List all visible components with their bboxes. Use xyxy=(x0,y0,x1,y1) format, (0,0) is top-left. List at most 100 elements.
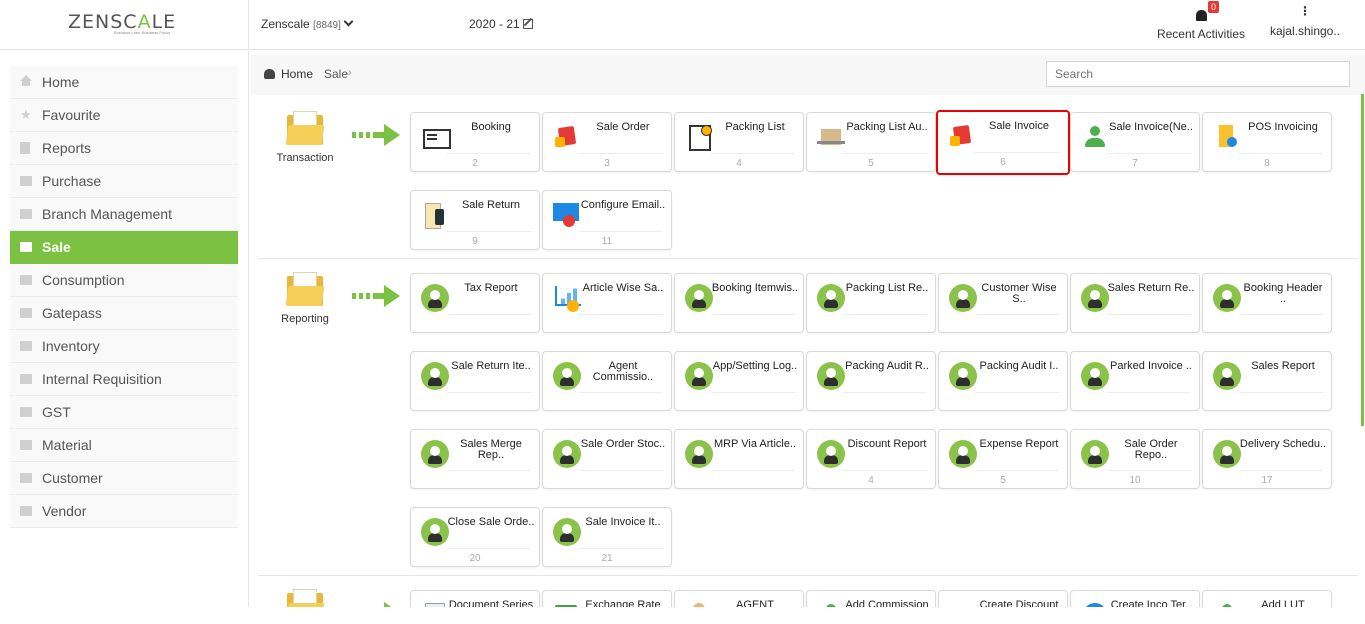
tile-sale-return-ite[interactable]: Sale Return Ite.. xyxy=(410,351,540,411)
tile-packing-audit-i[interactable]: Packing Audit I.. xyxy=(938,351,1068,411)
recent-activities-button[interactable]: 0 Recent Activities xyxy=(1156,1,1246,41)
edit-icon[interactable] xyxy=(522,19,533,29)
sidebar-item-label: Gatepass xyxy=(42,305,102,321)
tile-packing-list-au[interactable]: Packing List Au.. 5 xyxy=(806,112,936,172)
breadcrumb-current[interactable]: Sale xyxy=(324,67,348,81)
tile-sale-invoice-ne[interactable]: Sale Invoice(Ne.. 7 xyxy=(1070,112,1200,172)
report-user-icon xyxy=(1213,362,1241,390)
report-user-icon xyxy=(949,440,977,468)
sidebar-item-purchase[interactable]: Purchase xyxy=(10,165,238,198)
tile-divider xyxy=(579,392,663,393)
folder-icon xyxy=(20,341,32,351)
tile-article-wise-sa[interactable]: Article Wise Sa.. xyxy=(542,273,672,333)
sidebar-item-label: Purchase xyxy=(42,173,102,189)
report-user-icon xyxy=(1213,284,1241,312)
tile-pos-invoicing[interactable]: POS Invoicing 8 xyxy=(1202,112,1332,172)
search-input[interactable] xyxy=(1046,61,1350,87)
tile-sale-return[interactable]: Sale Return 9 xyxy=(410,190,540,250)
company-selector[interactable]: Zenscale [8849] xyxy=(261,16,354,31)
tile-mrp-via-article[interactable]: MRP Via Article.. xyxy=(674,429,804,489)
tile-label: Close Sale Orde.. xyxy=(447,516,535,528)
tile-create-discount[interactable]: Create Discount xyxy=(938,590,1068,607)
sidebar-item-reports[interactable]: Reports xyxy=(10,132,238,165)
tile-sales-return-re[interactable]: Sales Return Re.. xyxy=(1070,273,1200,333)
tile-divider xyxy=(579,231,663,232)
sidebar-item-vendor[interactable]: Vendor xyxy=(10,495,238,528)
logo[interactable]: ZENSCALE Business Less. Business Focus xyxy=(0,0,249,50)
tile-divider xyxy=(447,548,531,549)
tile-sale-order-stoc[interactable]: Sale Order Stoc.. xyxy=(542,429,672,489)
sidebar-item-favourite[interactable]: ★ Favourite xyxy=(10,99,238,132)
section-label: Transaction xyxy=(276,152,334,164)
tile-sale-order-repo[interactable]: Sale Order Repo.. 10 xyxy=(1070,429,1200,489)
sidebar-item-customer[interactable]: Customer xyxy=(10,462,238,495)
tile-booking-header[interactable]: Booking Header .. xyxy=(1202,273,1332,333)
tile-packing-list[interactable]: Packing List 4 xyxy=(674,112,804,172)
tile-sale-invoice[interactable]: Sale Invoice 6 xyxy=(936,110,1070,175)
tile-add-lut[interactable]: Add LUT xyxy=(1202,590,1332,607)
tile-number: 6 xyxy=(1000,157,1006,168)
tile-create-inco-ter[interactable]: Create Inco Ter.. xyxy=(1070,590,1200,607)
tile-parked-invoice[interactable]: Parked Invoice .. xyxy=(1070,351,1200,411)
tile-agent-commissio[interactable]: Agent Commissio.. xyxy=(542,351,672,411)
bell-icon xyxy=(1195,10,1207,21)
report-user-icon xyxy=(421,440,449,468)
tile-document-series[interactable]: Document Series xyxy=(410,590,540,607)
sidebar-item-sale[interactable]: Sale xyxy=(10,231,238,264)
sidebar-item-label: Consumption xyxy=(42,272,125,288)
breadcrumb-home[interactable]: Home xyxy=(281,67,313,81)
folder-icon xyxy=(20,275,32,285)
tile-label: Sale Invoice(Ne.. xyxy=(1109,121,1193,133)
sidebar-item-material[interactable]: Material xyxy=(10,429,238,462)
module-content: Transaction Booking 2 Sale Order 3 Packing Li… xyxy=(250,95,1365,607)
tile-sales-report[interactable]: Sales Report xyxy=(1202,351,1332,411)
top-header: ZENSCALE Business Less. Business Focus Z… xyxy=(0,0,1365,50)
sidebar-item-branch-management[interactable]: Branch Management xyxy=(10,198,238,231)
breadcrumb-bar: Home Sale › xyxy=(250,55,1365,95)
fiscal-year-label: 2020 - 21 xyxy=(469,17,520,31)
tile-divider xyxy=(579,153,663,154)
tile-add-commission[interactable]: Add Commission xyxy=(806,590,936,607)
tile-booking-itemwis[interactable]: Booking Itemwis.. xyxy=(674,273,804,333)
tile-divider xyxy=(1107,470,1191,471)
tile-app-setting-log[interactable]: App/Setting Log.. xyxy=(674,351,804,411)
tile-number: 2 xyxy=(472,158,478,169)
chart-icon xyxy=(553,284,581,312)
tile-sale-invoice-it[interactable]: Sale Invoice It.. 21 xyxy=(542,507,672,567)
tile-label: Packing List Re.. xyxy=(845,282,929,294)
tile-label: Packing List Au.. xyxy=(846,121,928,133)
chevron-down-icon xyxy=(343,16,354,27)
sidebar-item-consumption[interactable]: Consumption xyxy=(10,264,238,297)
report-user-icon xyxy=(1081,440,1109,468)
tile-label: Expense Report xyxy=(979,438,1059,450)
tile-configure-email[interactable]: Configure Email.. 11 xyxy=(542,190,672,250)
tile-label: Sale Order xyxy=(596,121,650,133)
tile-expense-report[interactable]: Expense Report 5 xyxy=(938,429,1068,489)
tile-tax-report[interactable]: Tax Report xyxy=(410,273,540,333)
tile-sales-merge-rep[interactable]: Sales Merge Rep.. xyxy=(410,429,540,489)
sidebar-item-gst[interactable]: GST xyxy=(10,396,238,429)
sidebar: Home ★ Favourite Reports Purchase Branch Mana… xyxy=(0,51,249,607)
tile-close-sale-orde[interactable]: Close Sale Orde.. 20 xyxy=(410,507,540,567)
tile-label: Sales Report xyxy=(1251,360,1315,372)
tile-booking[interactable]: Booking 2 xyxy=(410,112,540,172)
tile-discount-report[interactable]: Discount Report 4 xyxy=(806,429,936,489)
scrollbar[interactable] xyxy=(1361,94,1364,426)
notification-badge: 0 xyxy=(1208,1,1220,13)
sidebar-item-home[interactable]: Home xyxy=(10,66,238,99)
tile-packing-list-re[interactable]: Packing List Re.. xyxy=(806,273,936,333)
user-menu[interactable]: ⋮ kajal.shingo.. xyxy=(1266,5,1344,38)
tile-sale-order[interactable]: Sale Order 3 xyxy=(542,112,672,172)
tile-packing-audit-r[interactable]: Packing Audit R.. xyxy=(806,351,936,411)
tile-exchange-rate[interactable]: Exchange Rate xyxy=(542,590,672,607)
tile-agent[interactable]: AGENT xyxy=(674,590,804,607)
tile-label: Sale Return xyxy=(461,199,521,211)
sidebar-item-internal-requisition[interactable]: Internal Requisition xyxy=(10,363,238,396)
tile-delivery-schedu[interactable]: Delivery Schedu.. 17 xyxy=(1202,429,1332,489)
fiscal-year[interactable]: 2020 - 21 xyxy=(469,17,533,31)
tile-label: Document Series xyxy=(448,599,534,608)
tile-customer-wise-s[interactable]: Customer Wise S.. xyxy=(938,273,1068,333)
sidebar-item-inventory[interactable]: Inventory xyxy=(10,330,238,363)
tile-label: Sales Return Re.. xyxy=(1107,282,1195,294)
sidebar-item-gatepass[interactable]: Gatepass xyxy=(10,297,238,330)
